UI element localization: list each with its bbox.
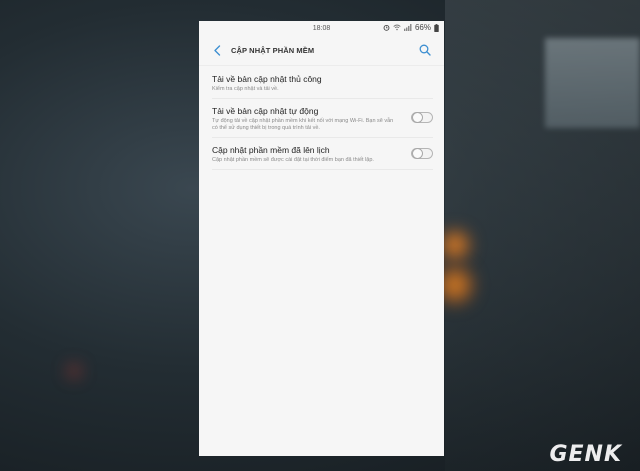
back-button[interactable] [207, 40, 227, 60]
background-light-red [64, 362, 84, 380]
setting-description: Cập nhật phần mềm sẽ được cài đặt tại th… [212, 157, 374, 163]
battery-percentage: 66% [414, 23, 431, 32]
toggle-knob [412, 112, 423, 123]
status-bar: 18:08 66% [199, 21, 444, 35]
settings-list: Tải về bản cập nhật thủ công Kiểm tra cậ… [199, 66, 444, 170]
page-title: CẬP NHẬT PHẦN MỀM [231, 45, 315, 55]
wifi-icon [393, 24, 401, 31]
search-button[interactable] [416, 41, 434, 59]
search-icon [419, 44, 431, 56]
auto-update-toggle[interactable] [411, 112, 433, 123]
genk-watermark-logo: GENK [549, 442, 622, 467]
status-icons: 66% [383, 23, 439, 32]
setting-description: Kiểm tra cập nhật và tải về. [212, 86, 279, 92]
setting-scheduled-update[interactable]: Cập nhật phần mềm đã lên lịch Cập nhật p… [212, 138, 433, 170]
setting-description: Tự động tải về cập nhật phần mềm khi kết… [212, 118, 394, 131]
app-bar: CẬP NHẬT PHẦN MỀM [199, 35, 444, 66]
toggle-knob [412, 147, 423, 159]
setting-title: Tải về bản cập nhật tự động [212, 106, 319, 116]
background-window-light [545, 38, 640, 128]
alarm-icon [383, 24, 390, 31]
signal-icon [404, 24, 412, 31]
battery-icon [434, 23, 439, 32]
setting-title: Tải về bản cập nhật thủ công [212, 74, 322, 84]
setting-auto-update[interactable]: Tải về bản cập nhật tự động Tự động tải … [212, 99, 433, 138]
setting-manual-update[interactable]: Tải về bản cập nhật thủ công Kiểm tra cậ… [212, 66, 433, 99]
setting-title: Cập nhật phần mềm đã lên lịch [212, 145, 330, 155]
phone-screen: 18:08 66% CẬP NHẬT PHẦN MỀM Tải về bản c… [199, 21, 444, 456]
scheduled-update-toggle[interactable] [411, 147, 433, 159]
chevron-left-icon [214, 44, 221, 56]
